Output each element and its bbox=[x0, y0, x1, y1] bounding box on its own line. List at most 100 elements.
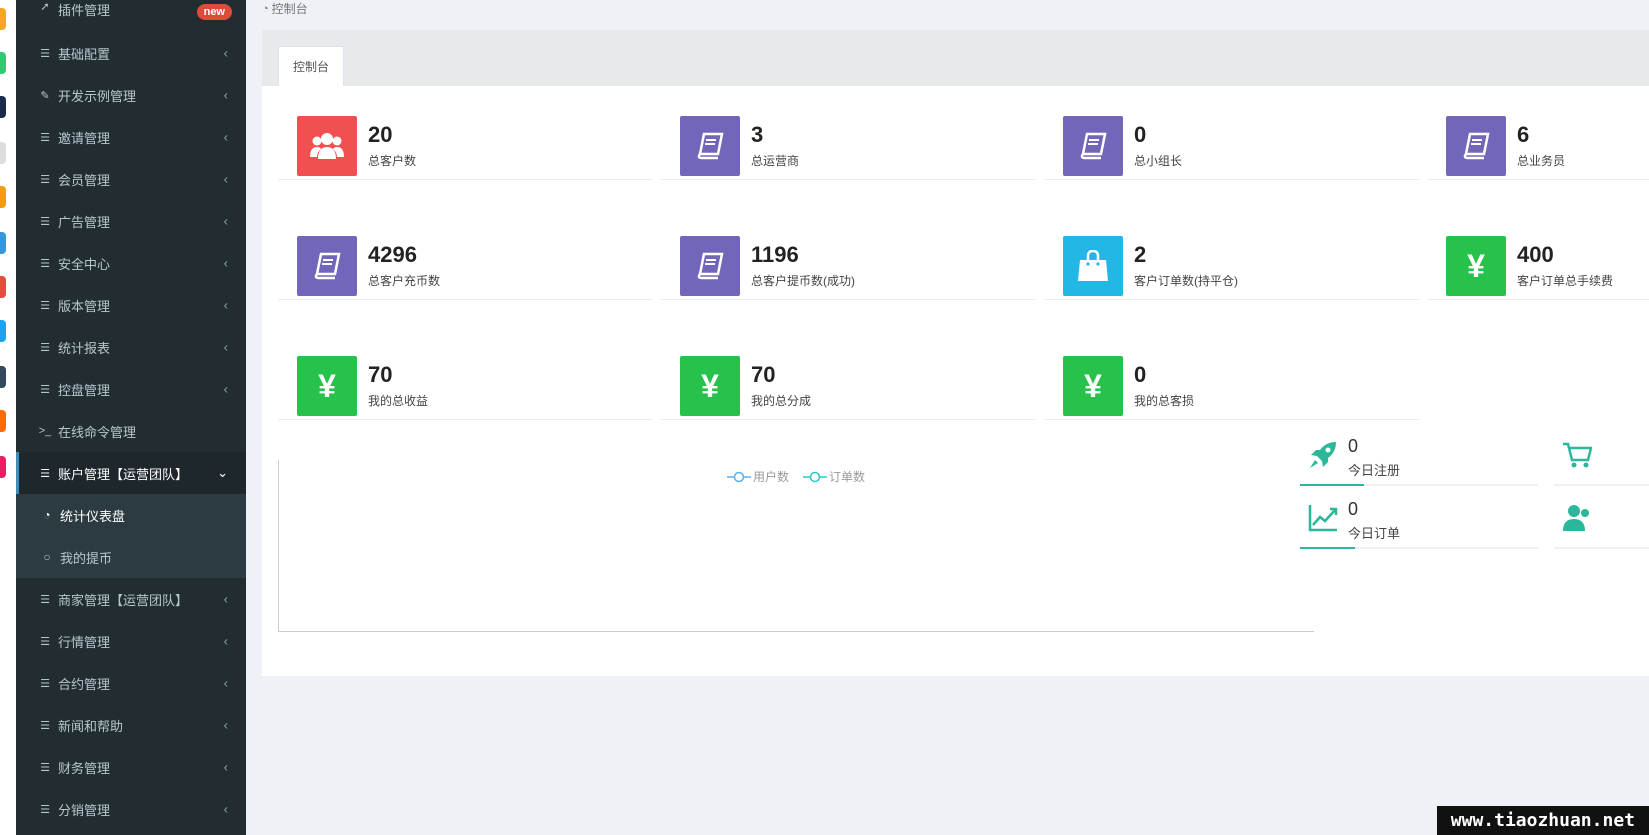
sidebar-item-contracts[interactable]: ☰ 合约管理 ‹ bbox=[16, 662, 246, 704]
legend-marker-icon bbox=[803, 471, 828, 482]
legend-label: 订单数 bbox=[829, 470, 866, 484]
sidebar-item-label: 分销管理 bbox=[58, 802, 111, 818]
list-icon: ☰ bbox=[40, 173, 50, 186]
stat-card: 3 总运营商 bbox=[661, 96, 1036, 180]
sidebar-subitem-my-withdraw[interactable]: ○ 我的提币 bbox=[16, 536, 246, 578]
sidebar-subitem-dashboard[interactable]: ◔ 统计仪表盘 bbox=[16, 494, 246, 536]
sidebar-item-members[interactable]: ☰ 会员管理 ‹ bbox=[16, 158, 246, 200]
stat-card: ¥ 70 我的总收益 bbox=[278, 336, 653, 420]
sidebar-submenu: ◔ 统计仪表盘 ○ 我的提币 bbox=[16, 494, 246, 578]
today-label: 今日订单 bbox=[1348, 526, 1401, 541]
app-icon[interactable] bbox=[0, 8, 6, 30]
sidebar-item-security[interactable]: ☰ 安全中心 ‹ bbox=[16, 242, 246, 284]
chevron-left-icon: ‹ bbox=[223, 717, 228, 733]
app-icon[interactable] bbox=[0, 186, 6, 208]
sidebar-item-account-management[interactable]: ☰ 账户管理【运营团队】 ⌄ bbox=[16, 452, 246, 494]
sidebar-item-merchants[interactable]: ☰ 商家管理【运营团队】 ‹ bbox=[16, 578, 246, 620]
sidebar-item-plugins[interactable]: ➚ 插件管理 new bbox=[16, 0, 246, 24]
sidebar-item-label: 邀请管理 bbox=[58, 130, 111, 146]
sidebar-item-basic-config[interactable]: ☰ 基础配置 ‹ bbox=[16, 32, 246, 74]
today-stat-users bbox=[1554, 497, 1649, 549]
sidebar-item-ads[interactable]: ☰ 广告管理 ‹ bbox=[16, 200, 246, 242]
sidebar-item-news-help[interactable]: ☰ 新闻和帮助 ‹ bbox=[16, 704, 246, 746]
sidebar-item-distribution[interactable]: ☰ 分销管理 ‹ bbox=[16, 788, 246, 830]
list-icon: ☰ bbox=[40, 47, 50, 60]
chevron-left-icon: ‹ bbox=[223, 87, 228, 103]
dashboard-icon: ◔ bbox=[43, 508, 51, 522]
app-icon[interactable] bbox=[0, 366, 6, 388]
list-icon: ☰ bbox=[40, 593, 50, 606]
yen-icon: ¥ bbox=[297, 356, 357, 416]
stat-card: 4296 总客户充币数 bbox=[278, 216, 653, 300]
stat-label: 客户订单总手续费 bbox=[1517, 274, 1614, 288]
sidebar-item-label: 我的提币 bbox=[60, 550, 113, 566]
app-icon[interactable] bbox=[0, 142, 6, 164]
stat-value: 70 bbox=[751, 362, 776, 387]
chevron-left-icon: ‹ bbox=[223, 759, 228, 775]
sidebar-item-reports[interactable]: ☰ 统计报表 ‹ bbox=[16, 326, 246, 368]
sidebar-item-label: 商家管理【运营团队】 bbox=[58, 592, 189, 608]
app-icon[interactable] bbox=[0, 276, 6, 298]
legend-item-orders[interactable]: 订单数 bbox=[803, 468, 865, 485]
stat-card: ¥ 70 我的总分成 bbox=[661, 336, 1036, 420]
app-launcher-strip bbox=[0, 0, 16, 835]
sidebar-item-label: 基础配置 bbox=[58, 46, 111, 62]
legend-item-users[interactable]: 用户数 bbox=[727, 468, 789, 485]
stat-label: 我的总分成 bbox=[751, 394, 812, 408]
book-icon bbox=[680, 236, 740, 296]
sidebar-item-versions[interactable]: ☰ 版本管理 ‹ bbox=[16, 284, 246, 326]
sidebar-item-label: 控盘管理 bbox=[58, 382, 111, 398]
sidebar-item-label: 行情管理 bbox=[58, 634, 111, 650]
stat-label: 总客户数 bbox=[368, 154, 417, 168]
today-value: 0 bbox=[1348, 499, 1359, 519]
chevron-left-icon: ‹ bbox=[223, 339, 228, 355]
chevron-left-icon: ‹ bbox=[223, 381, 228, 397]
sidebar: ➚ 插件管理 new ☰ 基础配置 ‹ ✎ 开发示例管理 ‹ ☰ 邀请管理 ‹ ☰ 会员管理 ‹… bbox=[16, 0, 246, 835]
app-icon[interactable] bbox=[0, 96, 6, 118]
shopping-bag-icon bbox=[1063, 236, 1123, 296]
stat-label: 总客户提币数(成功) bbox=[751, 274, 855, 288]
sidebar-item-finance[interactable]: ☰ 财务管理 ‹ bbox=[16, 746, 246, 788]
sidebar-item-label: 统计仪表盘 bbox=[60, 508, 126, 524]
today-stat-registrations: 0 今日注册 bbox=[1300, 434, 1538, 486]
list-icon: ☰ bbox=[40, 635, 50, 648]
app-icon[interactable] bbox=[0, 320, 6, 342]
stat-card: 1196 总客户提币数(成功) bbox=[661, 216, 1036, 300]
app-icon[interactable] bbox=[0, 410, 6, 432]
sidebar-item-label: 统计报表 bbox=[58, 340, 111, 356]
app-icon[interactable] bbox=[0, 232, 6, 254]
dashboard-panel: 控制台 20 总客户数 3 总运营商 0 总小组长 6 总业务员 4296 总客… bbox=[262, 30, 1649, 676]
yen-icon: ¥ bbox=[1446, 236, 1506, 296]
sidebar-item-label: 财务管理 bbox=[58, 760, 111, 776]
terminal-icon: >_ bbox=[38, 425, 52, 437]
chevron-left-icon: ‹ bbox=[223, 801, 228, 817]
today-label: 今日注册 bbox=[1348, 463, 1401, 478]
sidebar-item-market-control[interactable]: ☰ 控盘管理 ‹ bbox=[16, 368, 246, 410]
app-icon[interactable] bbox=[0, 456, 6, 478]
sidebar-item-quotes[interactable]: ☰ 行情管理 ‹ bbox=[16, 620, 246, 662]
tab-dashboard[interactable]: 控制台 bbox=[278, 46, 344, 86]
chevron-left-icon: ‹ bbox=[223, 171, 228, 187]
chevron-left-icon: ‹ bbox=[223, 633, 228, 649]
stat-value: 0 bbox=[1134, 362, 1147, 387]
sidebar-item-label: 版本管理 bbox=[58, 298, 111, 314]
list-icon: ☰ bbox=[40, 803, 50, 816]
users-icon bbox=[1562, 503, 1594, 533]
list-icon: ☰ bbox=[40, 341, 50, 354]
list-icon: ☰ bbox=[40, 299, 50, 312]
sidebar-item-label: 安全中心 bbox=[58, 256, 111, 272]
sidebar-item-online-commands[interactable]: >_ 在线命令管理 bbox=[16, 410, 246, 452]
app-icon[interactable] bbox=[0, 52, 6, 74]
progress-bar bbox=[1300, 547, 1355, 549]
sidebar-item-invite[interactable]: ☰ 邀请管理 ‹ bbox=[16, 116, 246, 158]
today-value: 0 bbox=[1348, 436, 1359, 456]
line-chart-icon bbox=[1308, 503, 1340, 533]
chart-legend: 用户数 订单数 bbox=[727, 468, 865, 485]
users-orders-chart: 用户数 订单数 bbox=[278, 460, 1314, 632]
stat-label: 总运营商 bbox=[751, 154, 800, 168]
list-icon: ☰ bbox=[40, 383, 50, 396]
sidebar-item-label: 会员管理 bbox=[58, 172, 111, 188]
sidebar-item-label: 在线命令管理 bbox=[58, 424, 137, 440]
sidebar-item-dev-examples[interactable]: ✎ 开发示例管理 ‹ bbox=[16, 74, 246, 116]
breadcrumb-label[interactable]: 控制台 bbox=[272, 0, 308, 17]
